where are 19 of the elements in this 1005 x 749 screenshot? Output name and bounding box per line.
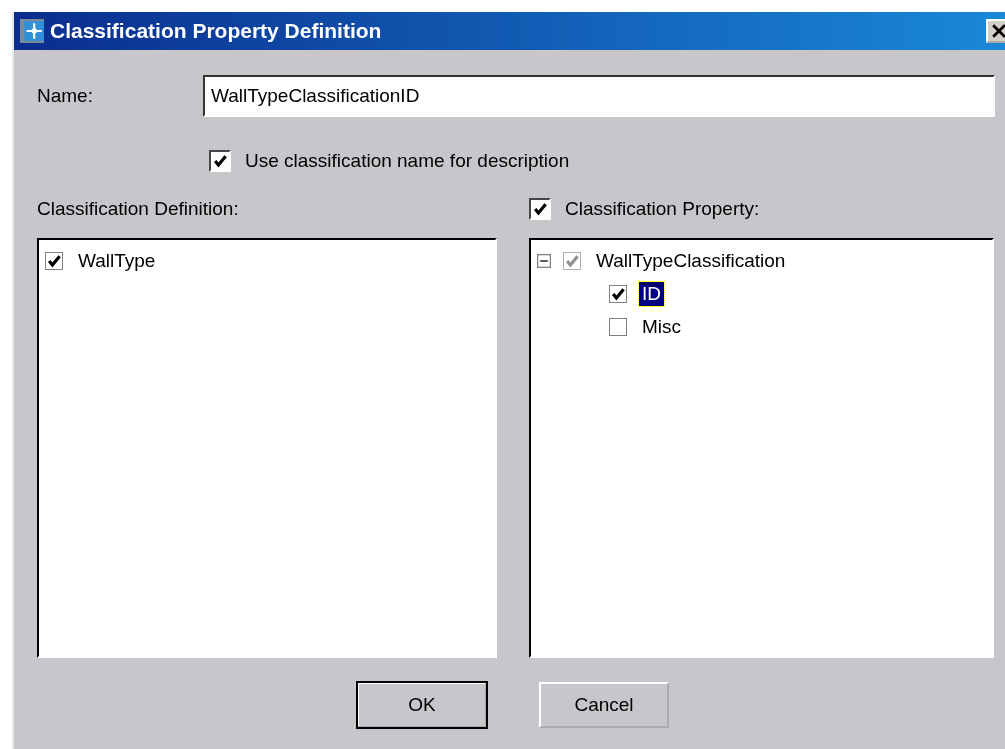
checkbox-label: Use classification name for description xyxy=(245,150,570,172)
name-field[interactable]: WallTypeClassificationID xyxy=(203,75,995,117)
dialog-button[interactable]: Cancel xyxy=(539,682,669,728)
check-icon xyxy=(564,252,580,269)
checkbox[interactable] xyxy=(529,198,551,220)
close-button[interactable] xyxy=(986,19,1005,43)
check-icon xyxy=(46,252,62,269)
section-label: Classification Definition: xyxy=(37,198,239,220)
list-item[interactable]: WallType xyxy=(75,248,159,273)
section-label: Classification Property: xyxy=(565,198,760,220)
checkbox[interactable] xyxy=(45,251,63,270)
window-title: Classification Property Definition xyxy=(50,19,383,43)
dialog-button[interactable]: OK xyxy=(357,682,487,728)
app-icon xyxy=(20,19,44,43)
check-icon xyxy=(610,285,626,302)
check-icon xyxy=(532,201,548,217)
check-icon xyxy=(212,153,228,169)
name-label: Name: xyxy=(37,85,94,107)
checkbox[interactable] xyxy=(209,150,231,172)
